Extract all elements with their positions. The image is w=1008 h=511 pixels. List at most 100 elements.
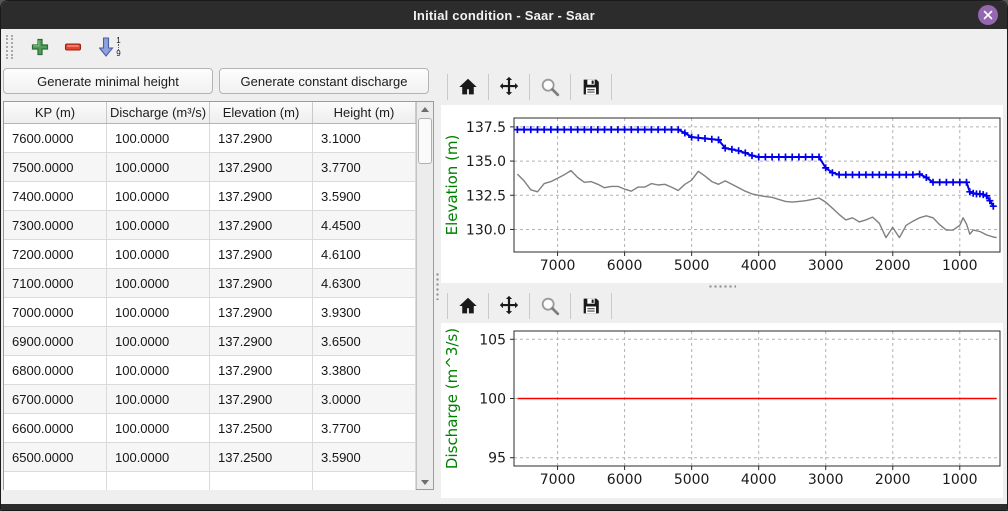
title-bar[interactable]: Initial condition - Saar - Saar	[1, 1, 1007, 29]
table-cell[interactable]: 100.0000	[107, 443, 210, 472]
table-cell[interactable]: 137.2500	[210, 443, 313, 472]
table-cell[interactable]: 100.0000	[107, 298, 210, 327]
table-cell[interactable]: 6600.0000	[4, 414, 107, 443]
plot-home-button[interactable]	[454, 292, 482, 320]
table-cell[interactable]: 4.4500	[313, 211, 416, 240]
table-cell[interactable]: 100.0000	[107, 240, 210, 269]
column-header[interactable]: Elevation (m)	[210, 102, 313, 123]
x-tick-label: 3000	[808, 258, 844, 274]
table-cell[interactable]: 137.2900	[210, 298, 313, 327]
plot-pan-button[interactable]	[495, 292, 523, 320]
toolbar-separator	[611, 74, 612, 100]
plot-save-button[interactable]	[577, 292, 605, 320]
table-cell[interactable]: 7500.0000	[4, 153, 107, 182]
generate-minimal-height-button[interactable]: Generate minimal height	[3, 68, 213, 94]
close-button[interactable]	[978, 5, 998, 25]
table-cell[interactable]: 100.0000	[107, 414, 210, 443]
table-cell[interactable]: 3.5900	[313, 443, 416, 472]
discharge-plot-canvas[interactable]: 700060005000400030002000100010510095Disc…	[441, 323, 1003, 498]
table-cell[interactable]: 100.0000	[107, 327, 210, 356]
window-title: Initial condition - Saar - Saar	[413, 8, 595, 23]
column-header[interactable]: Height (m)	[313, 102, 416, 123]
plot-pan-button[interactable]	[495, 73, 523, 101]
table-cell[interactable]: 7600.0000	[4, 124, 107, 153]
toolbar-grip-handle[interactable]	[6, 35, 13, 59]
table-cell[interactable]: 6900.0000	[4, 327, 107, 356]
table-row[interactable]: 6600.0000100.0000137.25003.7700	[4, 414, 416, 443]
sort-number-bottom: 9	[116, 50, 120, 57]
table-cell[interactable]: 3.7700	[313, 414, 416, 443]
generate-constant-discharge-button[interactable]: Generate constant discharge	[219, 68, 429, 94]
table-cell[interactable]: 7100.0000	[4, 269, 107, 298]
table-row[interactable]: 7400.0000100.0000137.29003.5900	[4, 182, 416, 211]
table-cell[interactable]: 137.2900	[210, 153, 313, 182]
table-cell[interactable]: 137.2900	[210, 269, 313, 298]
x-tick-label: 6000	[607, 258, 643, 274]
table-cell[interactable]: 3.9300	[313, 298, 416, 327]
toolbar-separator	[447, 74, 448, 100]
table-cell[interactable]: 7400.0000	[4, 182, 107, 211]
plot-zoom-button[interactable]	[536, 292, 564, 320]
table-cell[interactable]: 7200.0000	[4, 240, 107, 269]
table-cell[interactable]: 100.0000	[107, 211, 210, 240]
elevation-plot-canvas[interactable]: 7000600050004000300020001000137.5135.013…	[441, 105, 1003, 283]
table-cell[interactable]: 137.2900	[210, 182, 313, 211]
plot-zoom-button[interactable]	[536, 73, 564, 101]
table-row[interactable]: 6800.0000100.0000137.29003.3800	[4, 356, 416, 385]
plot-save-button[interactable]	[577, 73, 605, 101]
table-body[interactable]: 7600.0000100.0000137.29003.10007500.0000…	[4, 124, 416, 490]
scrollbar-up-button[interactable]	[417, 102, 433, 116]
table-row[interactable]: 7200.0000100.0000137.29004.6100	[4, 240, 416, 269]
window-bottom-edge	[1, 504, 1007, 510]
table-row[interactable]: 7000.0000100.0000137.29003.9300	[4, 298, 416, 327]
table-cell[interactable]: 100.0000	[107, 356, 210, 385]
table-cell[interactable]: 137.2900	[210, 240, 313, 269]
table-cell[interactable]: 137.2900	[210, 385, 313, 414]
table-row[interactable]: 7500.0000100.0000137.29003.7700	[4, 153, 416, 182]
table-cell[interactable]: 137.2900	[210, 356, 313, 385]
table-cell[interactable]: 137.2900	[210, 211, 313, 240]
scrollbar-down-button[interactable]	[417, 475, 433, 489]
table-cell[interactable]: 100.0000	[107, 269, 210, 298]
table-cell[interactable]: 100.0000	[107, 153, 210, 182]
table-cell[interactable]: 3.1000	[313, 124, 416, 153]
remove-row-button[interactable]	[58, 33, 88, 61]
table-cell[interactable]: 137.2900	[210, 327, 313, 356]
column-header[interactable]: Discharge (m³/s)	[107, 102, 210, 123]
panel-splitter-vertical[interactable]	[434, 65, 441, 506]
table-cell[interactable]: 3.7700	[313, 153, 416, 182]
table-row[interactable]: 7600.0000100.0000137.29003.1000	[4, 124, 416, 153]
pan-arrows-icon	[498, 76, 520, 98]
initial-condition-table[interactable]: KP (m)Discharge (m³/s)Elevation (m)Heigh…	[3, 101, 434, 490]
sort-rows-button[interactable]: 1 9	[91, 33, 129, 61]
add-row-button[interactable]	[25, 33, 55, 61]
scrollbar-thumb[interactable]	[418, 118, 432, 164]
table-cell[interactable]: 100.0000	[107, 182, 210, 211]
table-cell[interactable]: 6500.0000	[4, 443, 107, 472]
plot-home-button[interactable]	[454, 73, 482, 101]
table-cell[interactable]: 3.6500	[313, 327, 416, 356]
table-vertical-scrollbar[interactable]	[416, 102, 433, 489]
table-row[interactable]: 7300.0000100.0000137.29004.4500	[4, 211, 416, 240]
table-cell[interactable]: 7300.0000	[4, 211, 107, 240]
table-cell[interactable]: 3.0000	[313, 385, 416, 414]
table-cell[interactable]: 137.2900	[210, 124, 313, 153]
table-row[interactable]: 6700.0000100.0000137.29003.0000	[4, 385, 416, 414]
save-floppy-icon	[580, 76, 602, 98]
column-header[interactable]: KP (m)	[4, 102, 107, 123]
table-cell[interactable]: 100.0000	[107, 385, 210, 414]
table-cell[interactable]: 137.2500	[210, 414, 313, 443]
table-cell[interactable]: 4.6100	[313, 240, 416, 269]
table-cell[interactable]: 3.3800	[313, 356, 416, 385]
table-row[interactable]: 6500.0000100.0000137.25003.5900	[4, 443, 416, 472]
table-row[interactable]: 7100.0000100.0000137.29004.6300	[4, 269, 416, 298]
table-cell[interactable]: 3.5900	[313, 182, 416, 211]
table-cell[interactable]: 6800.0000	[4, 356, 107, 385]
table-cell[interactable]: 4.6300	[313, 269, 416, 298]
table-cell[interactable]: 6700.0000	[4, 385, 107, 414]
table-cell[interactable]: 7000.0000	[4, 298, 107, 327]
table-row[interactable]: 6900.0000100.0000137.29003.6500	[4, 327, 416, 356]
plot-splitter-horizontal[interactable]	[441, 283, 1003, 290]
toolbar-separator	[447, 293, 448, 319]
table-cell[interactable]: 100.0000	[107, 124, 210, 153]
